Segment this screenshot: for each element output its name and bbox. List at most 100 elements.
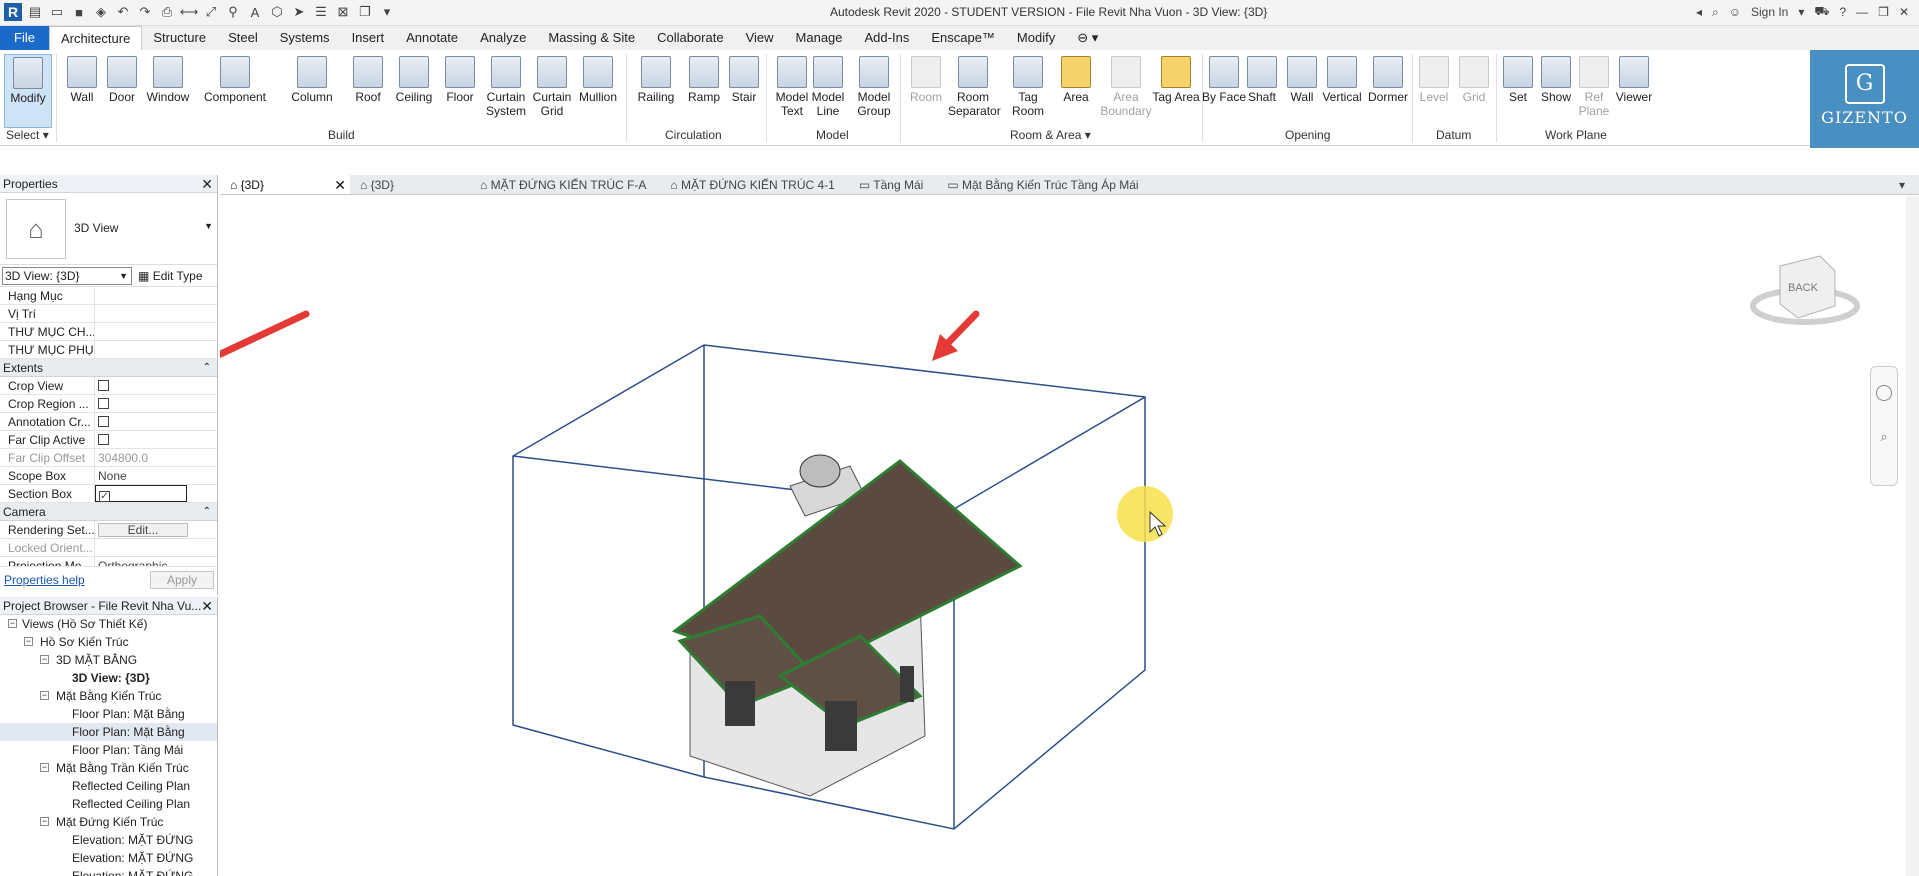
- edit-type-button[interactable]: ▦ Edit Type: [138, 269, 203, 283]
- browser-node[interactable]: Reflected Ceiling Plan: [0, 795, 217, 813]
- drawing-canvas[interactable]: BACK ⌕: [220, 196, 1919, 876]
- 3d-view-icon[interactable]: ⬡: [268, 3, 286, 21]
- tree-toggle-icon[interactable]: −: [40, 817, 49, 826]
- stair-button[interactable]: Stair: [720, 54, 768, 128]
- annotation-crop-checkbox[interactable]: [98, 416, 109, 427]
- properties-help-link[interactable]: Properties help: [4, 573, 85, 587]
- mullion-button[interactable]: Mullion: [574, 54, 622, 128]
- room-separator-button[interactable]: Room Separator: [948, 54, 1001, 128]
- tab-collaborate[interactable]: Collaborate: [646, 26, 735, 50]
- tab-view[interactable]: View: [735, 26, 785, 50]
- browser-node[interactable]: − Hồ Sơ Kiến Trúc: [0, 633, 217, 651]
- curtain-system-button[interactable]: Curtain System: [482, 54, 530, 128]
- browser-node[interactable]: − Mặt Bằng Trần Kiến Trúc: [0, 759, 217, 777]
- tree-toggle-icon[interactable]: −: [24, 637, 33, 646]
- folder-icon[interactable]: ▭: [48, 3, 66, 21]
- house-model[interactable]: [671, 454, 1023, 797]
- prop-row[interactable]: THƯ MỤC CH...: [0, 323, 217, 341]
- vertical-button[interactable]: Vertical: [1318, 54, 1366, 128]
- dimension-icon[interactable]: ⤢: [202, 3, 220, 21]
- dormer-button[interactable]: Dormer: [1364, 54, 1412, 128]
- view-tab-mat-bang-ap-mai[interactable]: ▭ Mặt Bằng Kiến Trúc Tầng Áp Mái: [937, 175, 1152, 194]
- floor-button[interactable]: Floor: [436, 54, 484, 128]
- sync-icon[interactable]: ◈: [92, 3, 110, 21]
- browser-node[interactable]: Reflected Ceiling Plan: [0, 777, 217, 795]
- sign-in-link[interactable]: Sign In: [1751, 5, 1788, 19]
- tag-icon[interactable]: ⚲: [224, 3, 242, 21]
- browser-node[interactable]: −3D MẶT BẰNG: [0, 651, 217, 669]
- view-instance-select[interactable]: 3D View: {3D} ▼: [2, 266, 132, 285]
- section-box-checkbox[interactable]: ✓: [99, 491, 110, 502]
- close-icon[interactable]: ✕: [1899, 5, 1909, 19]
- tab-systems[interactable]: Systems: [269, 26, 341, 50]
- view-tab-3d-active[interactable]: ⌂ {3D} ✕: [220, 175, 350, 194]
- help-icon[interactable]: ?: [1839, 5, 1846, 19]
- apply-button[interactable]: Apply: [150, 571, 214, 589]
- area-button[interactable]: Area: [1052, 54, 1100, 128]
- browser-node[interactable]: 3D View: {3D}: [0, 669, 217, 687]
- open-icon[interactable]: ▤: [26, 3, 44, 21]
- modify-button[interactable]: Modify: [4, 54, 52, 128]
- tag-room-button[interactable]: Tag Room: [1004, 54, 1052, 128]
- tab-structure[interactable]: Structure: [142, 26, 217, 50]
- view-tab-elevation-fa[interactable]: ⌂ MẶT ĐỨNG KIẾN TRÚC F-A: [470, 175, 660, 194]
- browser-node[interactable]: Elevation: MẶT ĐỨNG: [0, 867, 217, 876]
- browser-node[interactable]: Elevation: MẶT ĐỨNG: [0, 831, 217, 849]
- customize-qat-icon[interactable]: ▾: [378, 3, 396, 21]
- railing-button[interactable]: Railing: [632, 54, 680, 128]
- component-button[interactable]: Component: [200, 54, 270, 128]
- browser-node[interactable]: Floor Plan: Mặt Bằng: [0, 723, 217, 741]
- prop-row[interactable]: Hạng Mục: [0, 287, 217, 305]
- tabs-overflow-icon[interactable]: ▾: [1889, 175, 1919, 194]
- room-button[interactable]: Room: [902, 54, 950, 128]
- tab-massing-site[interactable]: Massing & Site: [537, 26, 646, 50]
- zoom-icon[interactable]: ⌕: [1877, 429, 1891, 444]
- tab-annotate[interactable]: Annotate: [395, 26, 469, 50]
- print-icon[interactable]: ⎙: [158, 3, 176, 21]
- tree-toggle-icon[interactable]: −: [40, 691, 49, 700]
- tree-toggle-icon[interactable]: −: [40, 655, 49, 664]
- tab-steel[interactable]: Steel: [217, 26, 269, 50]
- ribbon-options-icon[interactable]: ⊖ ▾: [1066, 26, 1109, 50]
- crop-view-checkbox[interactable]: [98, 380, 109, 391]
- close-icon[interactable]: ✕: [201, 175, 213, 193]
- browser-node[interactable]: − Mặt Bằng Kiến Trúc: [0, 687, 217, 705]
- group-extents[interactable]: Extents ⌃: [0, 359, 217, 377]
- browser-node[interactable]: Elevation: MẶT ĐỨNG: [0, 849, 217, 867]
- view-tab-3d[interactable]: ⌂ {3D}: [350, 175, 470, 194]
- model-group-button[interactable]: Model Group: [850, 54, 898, 128]
- view-tab-tang-mai[interactable]: ▭ Tầng Mái: [849, 175, 938, 194]
- door-button[interactable]: Door: [98, 54, 146, 128]
- tag-area-button[interactable]: Tag Area: [1152, 54, 1200, 128]
- back-nav-icon[interactable]: ◂: [1696, 5, 1702, 19]
- revit-logo-icon[interactable]: R: [4, 3, 22, 21]
- steering-wheel-icon[interactable]: [1876, 385, 1892, 401]
- grid-button[interactable]: Grid: [1450, 54, 1498, 128]
- text-icon[interactable]: A: [246, 3, 264, 21]
- panel-room-area-label[interactable]: Room & Area ▾: [1010, 128, 1091, 142]
- redo-icon[interactable]: ↷: [136, 3, 154, 21]
- restore-icon[interactable]: ❐: [1878, 5, 1889, 19]
- prop-scope-box[interactable]: Scope Box None: [0, 467, 217, 485]
- measure-icon[interactable]: ⟷: [180, 3, 199, 21]
- save-icon[interactable]: ■: [70, 3, 88, 21]
- far-clip-checkbox[interactable]: [98, 434, 109, 445]
- chevron-down-icon[interactable]: ▼: [204, 221, 213, 231]
- column-button[interactable]: Column: [288, 54, 336, 128]
- canvas-scrollbar[interactable]: [1906, 196, 1919, 876]
- tab-analyze[interactable]: Analyze: [469, 26, 537, 50]
- browser-node[interactable]: − Views (Hồ Sơ Thiết Kế): [0, 615, 217, 633]
- tree-toggle-icon[interactable]: −: [40, 763, 49, 772]
- viewer-button[interactable]: Viewer: [1610, 54, 1658, 128]
- tab-file[interactable]: File: [0, 26, 49, 50]
- crop-region-checkbox[interactable]: [98, 398, 109, 409]
- thin-lines-icon[interactable]: ☰: [312, 3, 330, 21]
- browser-node[interactable]: − Mặt Đứng Kiến Trúc: [0, 813, 217, 831]
- user-icon[interactable]: ☺: [1729, 5, 1741, 19]
- select-dropdown[interactable]: Select ▾: [6, 128, 49, 142]
- tab-manage[interactable]: Manage: [785, 26, 854, 50]
- binoculars-icon[interactable]: ⌕: [1712, 5, 1719, 20]
- switch-windows-icon[interactable]: ❐: [356, 3, 374, 21]
- browser-node[interactable]: Floor Plan: Mặt Bằng: [0, 705, 217, 723]
- minimize-icon[interactable]: —: [1856, 5, 1868, 19]
